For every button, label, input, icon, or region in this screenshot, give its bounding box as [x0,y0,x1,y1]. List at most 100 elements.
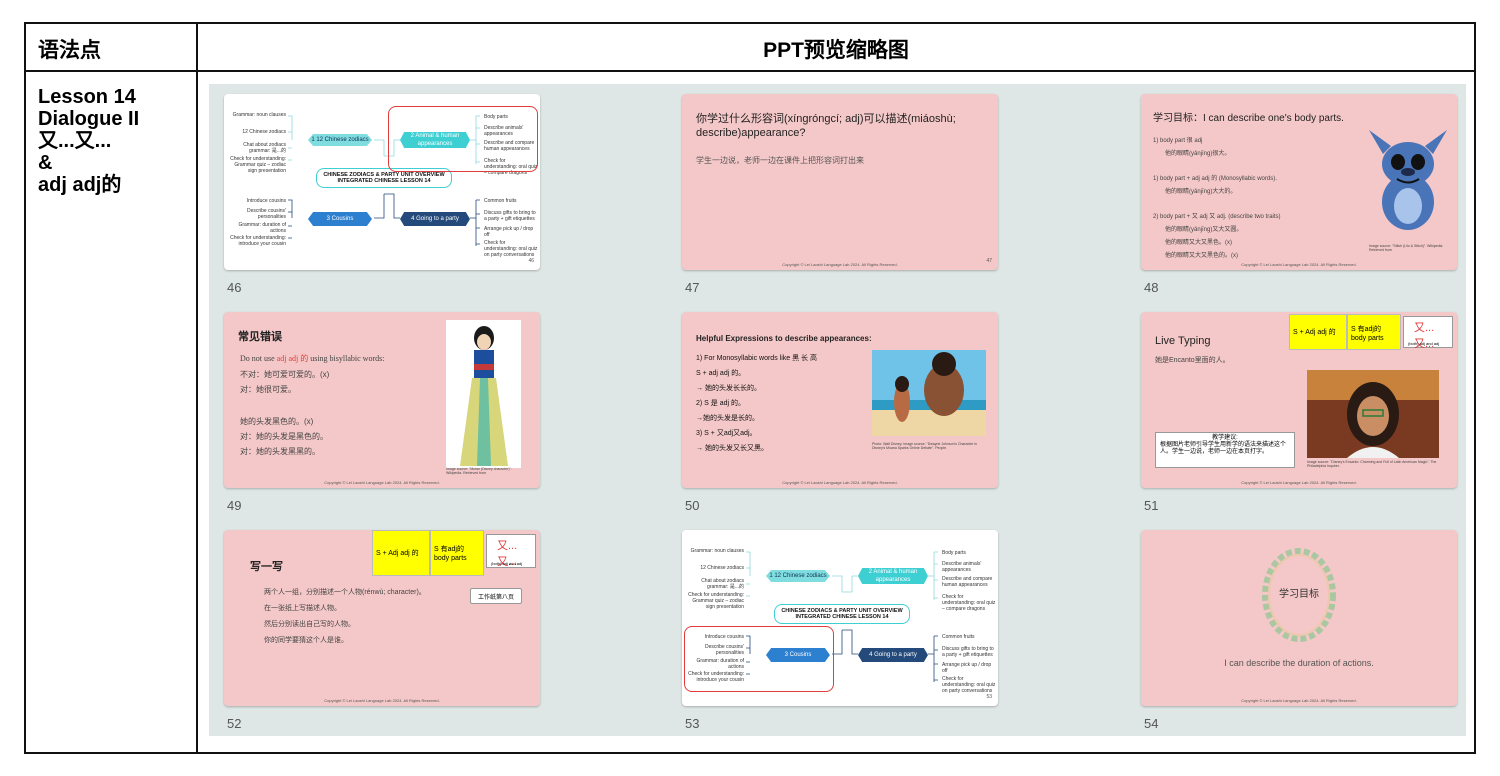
rule-line: Do not use adj adj 的 using bisyllabic wo… [240,354,384,364]
rule-line: 1) body part + adj adj 的 (Monosyllabic w… [1153,176,1277,182]
mindmap-leaf: Check for understanding: oral quiz on pa… [942,676,996,694]
expression-line: →她的头发是长的。 [696,415,759,422]
slide-title: Live Typing [1155,335,1211,347]
mindmap-leaf: Introduce cousins [246,198,286,204]
image-source: Photo: Walt Disney. Image source: "Dwayn… [872,442,978,450]
chip-gloss: (both) adj and adj [1408,341,1440,346]
mindmap-leaf: Discuss gifts to bring to a party + gift… [484,210,536,222]
rule-highlight: adj adj 的 [276,354,309,363]
example-line: 对：她的头发是黑色的。 [240,432,328,441]
copyright: Copyright © Lei Laoshi Language Lab 2024… [782,262,898,267]
mindmap-leaf: Check for understanding: oral quiz on pa… [484,240,538,258]
example-line: 对：她很可爱。 [240,385,296,394]
grammar-box: S 有adj的 body parts [1347,314,1401,350]
slide-number: 49 [227,498,242,513]
mindmap-leaf: Grammar: noun clauses [690,548,744,554]
expression-line: 1) For Monosyllabic words like 黑 长 高 [696,355,817,362]
mindmap-leaf: Check for understanding: oral quiz – com… [942,594,996,612]
mindmap-leaf: Grammar: noun clauses [232,112,286,118]
mindmap-leaf: Arrange pick up / drop off [484,226,534,238]
slide-thumbnail-52[interactable]: 写一写 S + Adj adj 的 S 有adj的 body parts 又..… [224,530,540,706]
slide-number: 51 [1144,498,1159,513]
instruction-line: 然后分别读出自己写的人物。 [264,621,355,628]
lesson-line: 又...又... [38,130,112,152]
slide-title: 学习目标：I can describe one's body parts. [1153,113,1344,124]
mindmap-leaf: Describe and compare human appearances [942,576,993,588]
slide-thumbnail-gallery: 1 12 Chinese zodiacs 2 Animal & human ap… [209,84,1466,736]
slide-number: 50 [685,498,700,513]
mindmap-node-1: 1 12 Chinese zodiacs [766,570,830,582]
rule-line: 2) body part + 又 adj 又 adj. (describe tw… [1153,214,1281,220]
lesson-line: Dialogue II [38,108,140,130]
slide-thumbnail-53[interactable]: 1 12 Chinese zodiacs 2 Animal & human ap… [682,530,998,706]
col2-header: PPT预览缩略图 [763,39,909,62]
grammar-table: 语法点 PPT预览缩略图 Lesson 14 Dialogue II 又...又… [24,22,1476,754]
image-source: Image source: "Mulan (Disney character)"… [446,467,512,475]
instruction-line: 你的同学要猜这个人是谁。 [264,637,348,644]
slide-number: 48 [1144,280,1159,295]
mindmap-node-2: 2 Animal & human appearances [858,568,928,584]
mindmap-leaf: Describe animals' appearances [942,561,982,573]
slide-number: 52 [227,716,242,731]
pattern-chip: 又...又... (both) adj and adj [486,534,536,568]
example-line: 不对：她可爱可爱的。(x) [240,370,330,379]
example-line: 他的眼睛(yǎnjīng)大大的。 [1165,189,1237,195]
slide-number: 53 [685,716,700,731]
expression-line: 2) S 是 adj 的。 [696,400,746,407]
page-number: 53 [986,694,992,700]
mindmap-leaf: Body parts [942,550,966,556]
page-number: 46 [528,258,534,264]
slide-thumbnail-49[interactable]: 常见错误 Do not use adj adj 的 using bisyllab… [224,312,540,488]
mindmap-leaf: Common fruits [942,634,975,640]
moana-image [872,350,986,436]
copyright: Copyright © Lei Laoshi Language Lab 2024… [1241,698,1357,703]
expression-line: 3) S + 又adj又adj。 [696,430,757,437]
slide-thumbnail-47[interactable]: 你学过什么形容词(xíngróngcí; adj)可以描述(miáoshù; d… [682,94,998,270]
mindmap-title: CHINESE ZODIACS & PARTY UNIT OVERVIEW IN… [774,604,910,624]
slide-title: 学习目标 [1279,589,1319,600]
lesson-line: & [38,152,53,174]
pattern-chip: 又...又... (both) adj and adj [1403,316,1453,350]
example-line: 他的眼睛(yǎnjīng)又大又圆。 [1165,227,1243,233]
copyright: Copyright © Lei Laoshi Language Lab 2024… [324,480,440,485]
mindmap-leaf: Common fruits [484,198,517,204]
slide-number: 54 [1144,716,1159,731]
copyright: Copyright © Lei Laoshi Language Lab 2024… [1241,480,1357,485]
mindmap-node-1: 1 12 Chinese zodiacs [308,134,372,146]
example-line: 对：她的头发黑黑的。 [240,447,320,456]
slide-thumbnail-46[interactable]: 1 12 Chinese zodiacs 2 Animal & human ap… [224,94,540,270]
slide-body: 学生一边说，老师一边在课件上把形容词打出来 [696,156,864,165]
mindmap-leaf: Describe cousins' personalities [246,208,286,220]
slide-thumbnail-48[interactable]: 学习目标：I can describe one's body parts. 1)… [1141,94,1457,270]
mindmap-leaf: 12 Chinese zodiacs [700,565,744,571]
mindmap-leaf: Check for understanding: introduce your … [230,235,286,247]
mindmap-node-4: 4 Going to a party [400,212,470,226]
slide-title: 你学过什么形容词(xíngróngcí; adj)可以描述(miáoshù; d… [696,113,956,139]
slide-thumbnail-50[interactable]: Helpful Expressions to describe appearan… [682,312,998,488]
grammar-box: S + Adj adj 的 [1289,314,1347,350]
chip-gloss: (both) adj and adj [491,561,523,566]
mindmap-node-4: 4 Going to a party [858,648,928,662]
lesson-line: Lesson 14 [38,86,136,108]
mindmap-leaf: Arrange pick up / drop off [942,662,992,674]
slide-thumbnail-51[interactable]: Live Typing S + Adj adj 的 S 有adj的 body p… [1141,312,1457,488]
mindmap-leaf: Check for understanding: Grammar quiz – … [230,156,286,174]
slide-number: 46 [227,280,242,295]
image-source: Image source: "Disney's Encanto: Charmin… [1307,460,1437,468]
grammar-box: S 有adj的 body parts [430,530,484,576]
slide-title: 写一写 [250,561,283,573]
col1-header: 语法点 [38,39,101,62]
rule-text: using bisyllabic words: [308,354,385,363]
mindmap-title-line: INTEGRATED CHINESE LESSON 14 [795,614,889,620]
instruction-line: 在一张纸上写描述人物。 [264,605,341,612]
slide-body: I can describe the duration of actions. [1224,658,1374,668]
expression-line: S + adj adj 的。 [696,370,746,377]
slide-body: 她是Encanto里面的人。 [1155,357,1230,364]
mindmap-leaf: Grammar: duration of actions [238,222,286,234]
worksheet-button[interactable]: 工作纸第八页 [470,588,522,604]
slide-thumbnail-54[interactable]: 学习目标 I can describe the duration of acti… [1141,530,1457,706]
example-line: 她的头发黑色的。(x) [240,417,314,426]
rule-text: Do not use [240,354,277,363]
highlight-box [684,626,834,692]
expression-line: → 她的头发又长又黑。 [696,445,768,452]
